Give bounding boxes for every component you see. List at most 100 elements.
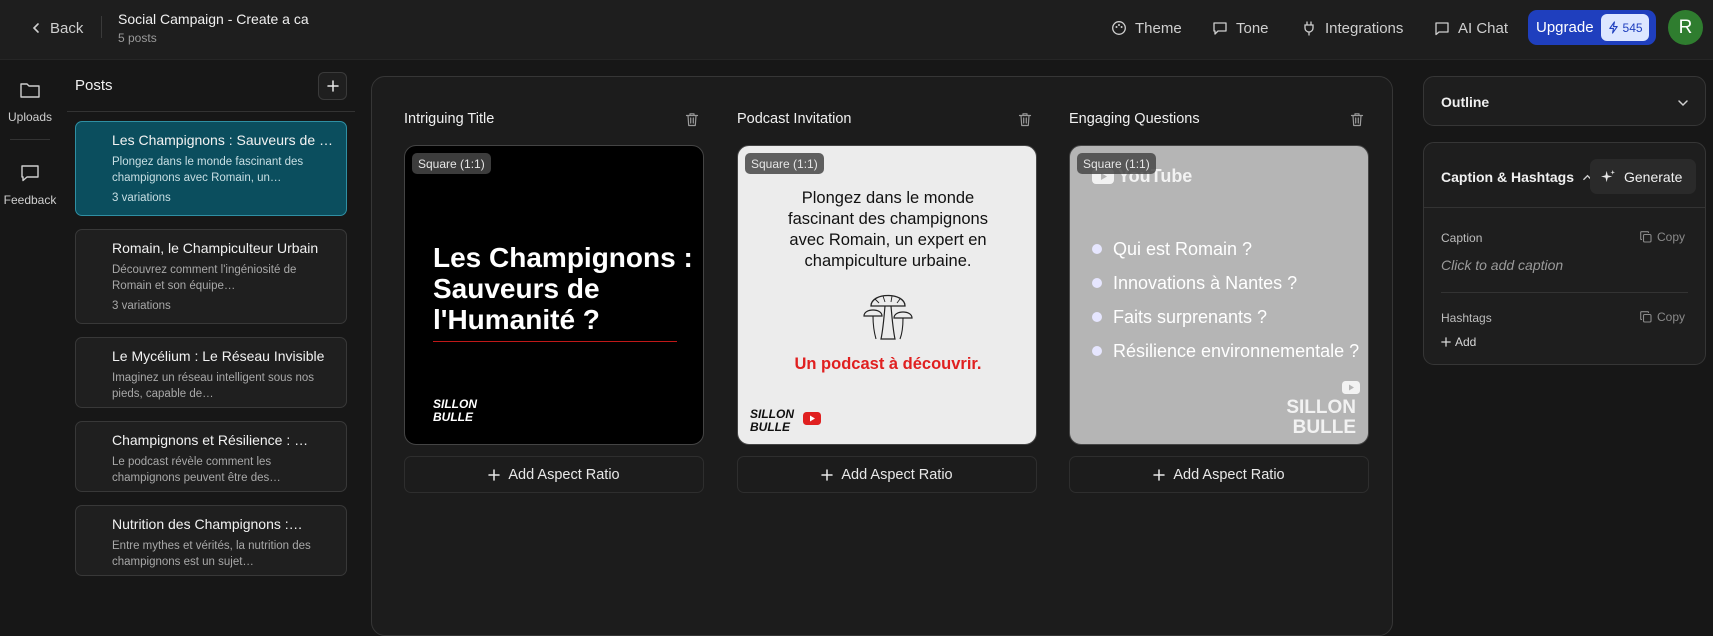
copy-icon: [1640, 311, 1652, 323]
aspect-ratio-badge: Square (1:1): [1077, 153, 1156, 174]
plus-icon: [1441, 337, 1451, 347]
caption-label: Caption: [1441, 231, 1483, 245]
logo-line: BULLE: [750, 420, 790, 434]
trash-icon: [685, 112, 699, 127]
rail-feedback[interactable]: Feedback: [0, 163, 60, 207]
body-line: Plongez dans le monde: [801, 189, 975, 207]
image-cta: Un podcast à découvrir.: [794, 355, 982, 373]
avatar[interactable]: R: [1668, 10, 1703, 45]
headline-line: l'Humanité ?: [433, 304, 600, 335]
chat-icon: [1434, 20, 1450, 36]
post-description: Plongez dans le monde fascinant des cham…: [112, 156, 304, 184]
post-card[interactable]: Champignons et Résilience : … Le podcast…: [75, 421, 347, 492]
back-button[interactable]: Back: [30, 18, 83, 38]
aspect-ratio-badge: Square (1:1): [412, 153, 491, 174]
upgrade-label: Upgrade: [1536, 19, 1594, 36]
post-title: Champignons et Résilience : …: [112, 432, 309, 448]
add-aspect-ratio-label: Add Aspect Ratio: [841, 466, 953, 483]
trash-icon: [1350, 112, 1364, 127]
plus-icon: [488, 468, 501, 481]
project-title: Social Campaign - Create a ca: [118, 11, 309, 27]
sillon-bulle-logo: SILLON BULLE: [433, 398, 477, 424]
plus-icon: [326, 80, 339, 92]
image-body-text: Plongez dans le monde fascinant des cham…: [738, 188, 1036, 272]
post-card[interactable]: Le Mycélium : Le Réseau Invisible Imagin…: [75, 337, 347, 408]
outline-panel[interactable]: Outline: [1423, 76, 1706, 126]
add-aspect-ratio-button[interactable]: Add Aspect Ratio: [404, 456, 704, 493]
question-text: Faits surprenants ?: [1113, 306, 1268, 327]
post-variations: 3 variations: [112, 192, 171, 204]
copy-hashtags-button[interactable]: Copy: [1640, 310, 1685, 324]
copy-label: Copy: [1656, 230, 1685, 244]
generate-button[interactable]: Generate: [1590, 159, 1696, 194]
question-text: Qui est Romain ?: [1113, 238, 1253, 259]
hashtags-label: Hashtags: [1441, 311, 1492, 325]
sillon-bulle-logo: SILLON BULLE: [1286, 398, 1356, 438]
message-square-icon: [1212, 20, 1228, 36]
post-description: Découvrez comment l'ingéniosité de Romai…: [112, 264, 297, 292]
body-line: champiculture urbaine.: [804, 252, 972, 270]
rail-uploads-label: Uploads: [7, 110, 53, 124]
nav-integrations-label: Integrations: [1325, 19, 1404, 37]
add-hashtag-button[interactable]: Add: [1441, 335, 1476, 349]
question-item: Innovations à Nantes ?: [1092, 266, 1359, 300]
nav-tone-label: Tone: [1236, 19, 1269, 37]
nav-integrations[interactable]: Integrations: [1301, 17, 1403, 39]
add-aspect-ratio-button[interactable]: Add Aspect Ratio: [737, 456, 1037, 493]
questions-list: Qui est Romain ? Innovations à Nantes ? …: [1092, 232, 1359, 368]
youtube-icon: [1342, 381, 1360, 394]
question-text: Résilience environnementale ?: [1113, 340, 1360, 361]
upgrade-button[interactable]: Upgrade 545: [1528, 10, 1656, 45]
nav-theme[interactable]: Theme: [1111, 17, 1182, 39]
nav-theme-label: Theme: [1135, 19, 1182, 37]
body-line: fascinant des champignons: [788, 210, 988, 228]
add-post-button[interactable]: [318, 72, 347, 100]
mushroom-icon: [861, 284, 915, 342]
bullet-dot: [1092, 244, 1102, 254]
rail-feedback-label: Feedback: [3, 193, 57, 207]
delete-variation-button[interactable]: [685, 112, 699, 127]
bolt-icon: [1607, 21, 1620, 34]
post-image[interactable]: YouTube Square (1:1) Qui est Romain ? In…: [1069, 145, 1369, 445]
chevron-left-icon: [30, 22, 42, 34]
post-card[interactable]: Les Champignons : Sauveurs de l'Humanité…: [75, 121, 347, 216]
nav-ai-chat[interactable]: AI Chat: [1434, 17, 1508, 39]
post-card[interactable]: Romain, le Champiculteur Urbain Découvre…: [75, 229, 347, 324]
caption-input[interactable]: Click to add caption: [1441, 257, 1563, 273]
post-count: 5 posts: [118, 31, 157, 45]
delete-variation-button[interactable]: [1350, 112, 1364, 127]
generate-label: Generate: [1624, 168, 1683, 185]
divider: [101, 16, 102, 38]
nav-tone[interactable]: Tone: [1212, 17, 1269, 39]
sillon-bulle-logo: SILLON BULLE: [750, 408, 794, 434]
post-image[interactable]: Square (1:1) Les Champignons : Sauveurs …: [404, 145, 704, 445]
copy-label: Copy: [1656, 310, 1685, 324]
post-description: Entre mythes et vérités, la nutrition de…: [112, 540, 311, 568]
bullet-dot: [1092, 278, 1102, 288]
post-image[interactable]: Square (1:1) Plongez dans le monde fasci…: [737, 145, 1037, 445]
feedback-icon: [19, 163, 41, 183]
plus-icon: [821, 468, 834, 481]
credits-count: 545: [1622, 20, 1643, 35]
logo-line: BULLE: [433, 410, 473, 424]
post-description: Le podcast révèle comment les champignon…: [112, 456, 281, 484]
caption-section-toggle[interactable]: Caption & Hashtags: [1441, 169, 1593, 185]
folder-icon: [19, 80, 41, 100]
caption-hashtags-panel: Caption & Hashtags Generate Caption Copy…: [1423, 142, 1706, 365]
delete-variation-button[interactable]: [1018, 112, 1032, 127]
caption-divider: [1441, 292, 1688, 293]
plus-icon: [1153, 468, 1166, 481]
copy-caption-button[interactable]: Copy: [1640, 230, 1685, 244]
rail-uploads[interactable]: Uploads: [0, 80, 60, 124]
posts-heading: Posts: [75, 77, 113, 94]
add-aspect-ratio-button[interactable]: Add Aspect Ratio: [1069, 456, 1369, 493]
copy-icon: [1640, 231, 1652, 243]
bullet-dot: [1092, 346, 1102, 356]
youtube-icon: [803, 412, 821, 425]
post-title: Le Mycélium : Le Réseau Invisible: [112, 348, 325, 364]
rail-divider: [10, 139, 50, 140]
variation-title: Podcast Invitation: [737, 111, 852, 127]
aspect-ratio-badge: Square (1:1): [745, 153, 824, 174]
logo-line: BULLE: [1292, 417, 1356, 438]
post-card[interactable]: Nutrition des Champignons :… Entre mythe…: [75, 505, 347, 576]
